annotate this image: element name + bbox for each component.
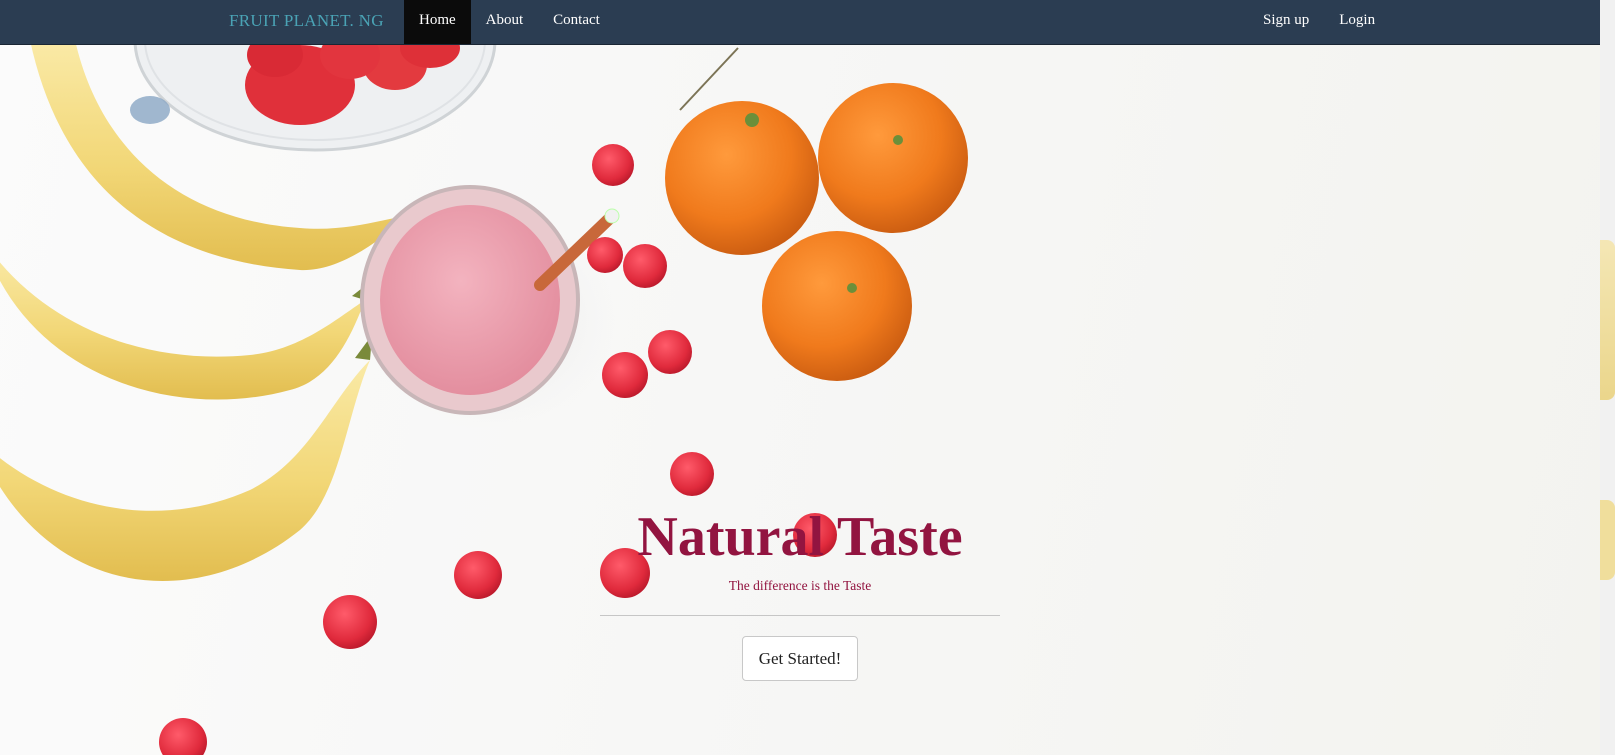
nav-contact-link[interactable]: Contact [538, 0, 615, 44]
nav-left: Home About Contact [404, 0, 615, 44]
hero-subtitle: The difference is the Taste [728, 578, 872, 593]
login-link[interactable]: Login [1324, 0, 1390, 44]
nav-home-link[interactable]: Home [404, 0, 471, 44]
signup-link[interactable]: Sign up [1248, 0, 1324, 44]
get-started-button[interactable]: Get Started! [741, 636, 859, 681]
banana-edge-decoration [1600, 500, 1615, 580]
navbar: FRUIT PLANET. NG Home About Contact Sign… [0, 0, 1600, 45]
page: FRUIT PLANET. NG Home About Contact Sign… [0, 0, 1615, 755]
nav-right: Sign up Login [1248, 0, 1390, 44]
hero-content: Natural Taste The difference is the Tast… [600, 508, 1000, 681]
side-edge [1600, 0, 1615, 755]
hero-title: Natural Taste [637, 506, 963, 568]
brand-logo-link[interactable]: FRUIT PLANET. NG [229, 11, 384, 31]
banana-edge-decoration [1600, 240, 1615, 400]
nav-about-link[interactable]: About [471, 0, 539, 44]
hero-divider [600, 615, 1000, 616]
